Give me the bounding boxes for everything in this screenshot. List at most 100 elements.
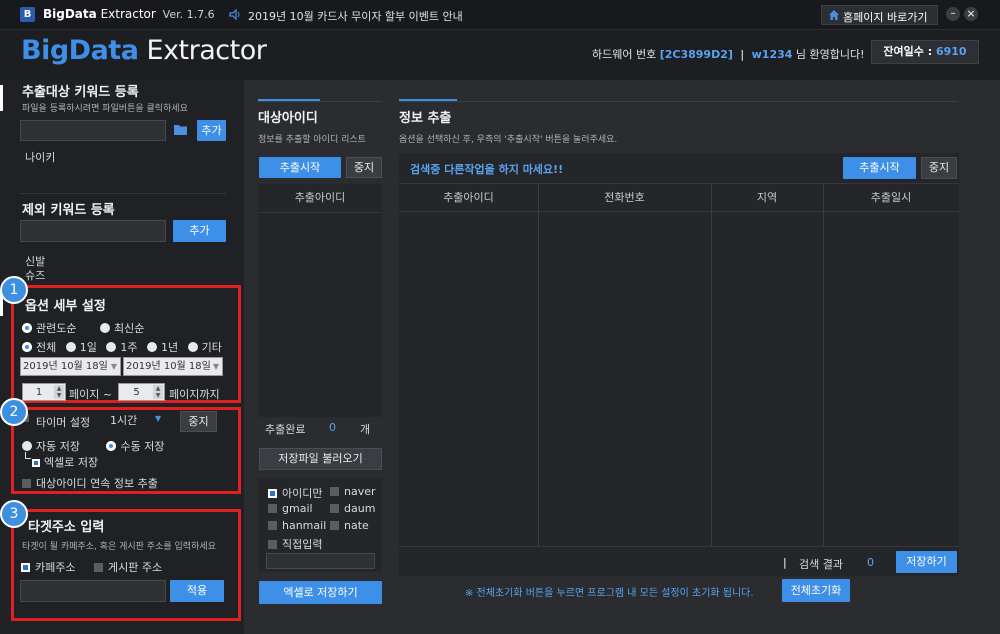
excel-save-label: 엑셀로 저장 (44, 456, 99, 469)
minimize-button[interactable]: – (946, 7, 960, 21)
gmail-checkbox[interactable]: gmail (268, 502, 313, 515)
exclude-item[interactable]: 슈즈 (25, 267, 45, 283)
result-label: 검색 결과 (799, 558, 843, 571)
apply-button[interactable]: 적용 (170, 580, 224, 602)
ids-column-header: 추출아이디 (258, 184, 382, 213)
ids-start-button[interactable]: 추출시작 (259, 157, 341, 178)
homepage-button[interactable]: 홈페이지 바로가기 (821, 5, 938, 25)
page-range-mid: 페이지 ~ (69, 388, 113, 401)
period-1y-radio[interactable]: 1년 (147, 341, 178, 354)
app-name: BigData (43, 7, 97, 21)
brand-logo: BigData Extractor (21, 35, 267, 66)
chevron-down-icon: ▼ (212, 362, 219, 371)
option-title: 옵션 세부 설정 (25, 299, 106, 314)
hanmail-checkbox[interactable]: hanmail (268, 519, 326, 532)
target-address-input[interactable] (20, 580, 166, 602)
timer-stop-button[interactable]: 중지 (180, 411, 217, 432)
keyword-subtitle: 파일을 등록하시려면 파일버튼을 클릭하세요 (22, 104, 188, 114)
page-from-spinner[interactable]: 1 ▲ ▼ (22, 383, 66, 401)
reset-all-button[interactable]: 전체초기화 (782, 579, 850, 602)
continuous-label: 대상아이디 연속 정보 추출 (36, 477, 158, 490)
timer-value: 1시간 (110, 414, 138, 427)
keyword-add-button[interactable]: 추가 (197, 120, 226, 141)
direct-input-label: 직접입력 (282, 538, 323, 551)
info-stop-button[interactable]: 중지 (921, 157, 957, 179)
sort-latest-radio[interactable]: 최신순 (99, 322, 144, 335)
results-footer-divider (399, 546, 959, 547)
auto-save-label: 자동 저장 (36, 440, 80, 453)
period-etc-label: 기타 (201, 341, 222, 354)
period-all-radio[interactable]: 전체 (22, 341, 56, 354)
page-to-spinner[interactable]: 5 ▲ ▼ (118, 383, 165, 401)
direct-input-field[interactable] (266, 553, 375, 569)
keyword-item[interactable]: 나이키 (25, 149, 55, 165)
spinner-arrows-icon[interactable]: ▲ ▼ (54, 385, 64, 399)
board-checkbox[interactable]: 게시판 주소 (94, 559, 162, 575)
info-start-button[interactable]: 추출시작 (843, 157, 916, 179)
only-id-checkbox[interactable]: 아이디만 (268, 485, 322, 501)
excel-save-checkbox[interactable]: 엑셀로 저장 (32, 454, 98, 470)
result-separator: | (783, 556, 787, 569)
tree-branch-icon (25, 452, 31, 459)
excel-save-button[interactable]: 엑셀로 저장하기 (259, 581, 382, 604)
result-count: 0 (867, 556, 874, 569)
spinner-arrows-icon[interactable]: ▲ ▼ (153, 385, 163, 399)
hw-value: [2C3899D2] (659, 48, 733, 61)
col-region: 지역 (756, 191, 778, 204)
app-version: Ver. 1.7.6 (162, 8, 215, 21)
exclude-add-button[interactable]: 추가 (173, 220, 226, 242)
close-button[interactable]: × (964, 7, 978, 21)
ids-done-label: 추출완료 (265, 423, 306, 436)
app-header: BigData Extractor 하드웨어 번호 [2C3899D2] | w… (0, 30, 1000, 80)
period-1d-radio[interactable]: 1일 (65, 341, 97, 354)
timer-select[interactable]: 1시간 ▼ (110, 412, 168, 429)
title-bar: B BigData Extractor Ver. 1.7.6 2019년 10월… (0, 0, 1000, 30)
hanmail-label: hanmail (282, 519, 327, 532)
target-subtitle: 타겟이 될 카페주소, 혹은 게시판 주소를 입력하세요 (22, 542, 216, 552)
ids-list: 추출아이디 (258, 184, 382, 417)
save-button[interactable]: 저장하기 (896, 551, 957, 573)
load-file-button[interactable]: 저장파일 불러오기 (259, 448, 382, 470)
app-name-suffix: Extractor (100, 7, 156, 21)
page-range-end: 페이지까지 (169, 388, 220, 401)
nate-checkbox[interactable]: nate (330, 519, 369, 532)
period-1w-radio[interactable]: 1주 (106, 341, 138, 354)
home-icon (829, 10, 839, 20)
warning-text: 검색중 다른작업을 하지 마세요!! (410, 163, 564, 176)
date-from-value: 2019년 10월 18일 (23, 361, 108, 372)
date-to-select[interactable]: 2019년 10월 18일 ▼ (123, 357, 223, 376)
col-phone: 전화번호 (604, 191, 645, 204)
manual-save-radio[interactable]: 수동 저장 (106, 440, 164, 453)
info-title: 정보 추출 (399, 111, 452, 126)
notice-link[interactable]: 2019년 10월 카드사 무이자 할부 이벤트 안내 (248, 8, 463, 24)
sort-relevance-radio[interactable]: 관련도순 (22, 322, 76, 335)
remaining-days-badge: 잔여일수 : 6910 (871, 40, 979, 64)
info-subtitle: 옵션을 선택하신 후, 우측의 '추출시작' 버튼을 눌러주세요. (399, 135, 618, 145)
col-date: 추출일시 (870, 191, 912, 204)
column-divider (538, 183, 539, 546)
reset-note: ※ 전체초기화 버튼을 누르면 프로그램 내 모든 설정이 초기화 됩니다. (465, 588, 754, 599)
divider (20, 193, 226, 194)
period-etc-radio[interactable]: 기타 (187, 341, 222, 354)
nate-label: nate (344, 519, 369, 532)
date-from-select[interactable]: 2019년 10월 18일 ▼ (20, 357, 121, 376)
direct-input-checkbox[interactable]: 직접입력 (268, 536, 322, 552)
sort-relevance-label: 관련도순 (36, 322, 77, 335)
continuous-checkbox[interactable]: 대상아이디 연속 정보 추출 (22, 475, 158, 491)
keyword-title: 추출대상 키워드 등록 (22, 85, 139, 100)
info-divider (399, 101, 958, 102)
ids-divider (258, 101, 382, 102)
naver-checkbox[interactable]: naver (330, 485, 376, 498)
hw-label: 하드웨어 번호 (592, 48, 657, 61)
ids-stop-button[interactable]: 중지 (346, 157, 382, 178)
exclude-input[interactable] (20, 220, 166, 242)
folder-icon[interactable] (174, 124, 188, 136)
ids-title: 대상아이디 (258, 111, 318, 126)
daum-checkbox[interactable]: daum (330, 502, 375, 515)
daum-label: daum (344, 502, 376, 515)
keyword-input[interactable] (20, 120, 166, 141)
active-section-marker (0, 85, 3, 111)
dropdown-arrow-icon: ▼ (155, 414, 162, 423)
main-panel: 대상아이디 정보를 추출할 아이디 리스트 추출시작 중지 추출아이디 추출완료… (244, 80, 1000, 634)
cafe-checkbox[interactable]: 카페주소 (21, 559, 75, 575)
